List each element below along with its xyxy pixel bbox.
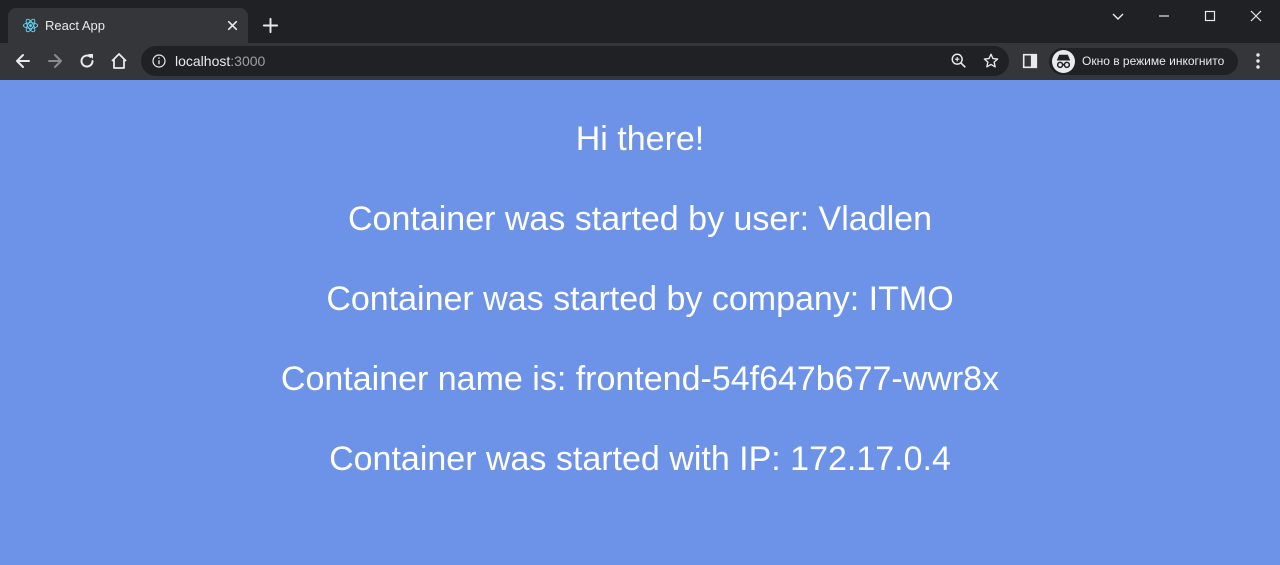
- close-tab-icon[interactable]: [223, 16, 242, 35]
- page-viewport: Hi there! Container was started by user:…: [0, 80, 1280, 565]
- user-line: Container was started by user: Vladlen: [348, 200, 932, 238]
- incognito-indicator[interactable]: Окно в режиме инкогнито: [1049, 48, 1238, 75]
- title-bar: React App: [0, 0, 1280, 43]
- url-text[interactable]: localhost:3000: [175, 53, 265, 69]
- site-info-icon[interactable]: [151, 53, 167, 69]
- forward-arrow-icon[interactable]: [45, 51, 65, 71]
- side-panel-icon[interactable]: [1021, 52, 1039, 70]
- incognito-avatar: [1052, 50, 1075, 73]
- new-tab-icon[interactable]: [261, 16, 280, 35]
- company-line: Container was started by company: ITMO: [326, 280, 954, 318]
- container-name-line: Container name is: frontend-54f647b677-w…: [280, 360, 1000, 398]
- incognito-label: Окно в режиме инкогнито: [1082, 54, 1225, 68]
- address-bar[interactable]: localhost:3000: [141, 46, 1009, 76]
- home-icon[interactable]: [109, 51, 129, 71]
- react-logo-icon: [22, 18, 39, 33]
- incognito-icon: [1056, 54, 1071, 69]
- tab-react-app[interactable]: React App: [8, 8, 248, 43]
- browser-toolbar: localhost:3000 Окно в режиме инкогнито: [0, 43, 1280, 80]
- tab-search-icon[interactable]: [1108, 6, 1128, 26]
- back-arrow-icon[interactable]: [13, 51, 33, 71]
- url-port: :3000: [230, 53, 266, 69]
- ip-line: Container was started with IP: 172.17.0.…: [329, 440, 951, 478]
- close-window-icon[interactable]: [1246, 6, 1266, 26]
- maximize-icon[interactable]: [1200, 6, 1220, 26]
- url-host: localhost: [175, 53, 231, 69]
- greeting-text: Hi there!: [575, 120, 705, 158]
- bookmark-star-icon[interactable]: [982, 52, 1000, 70]
- minimize-icon[interactable]: [1154, 6, 1174, 26]
- kebab-menu-icon[interactable]: [1250, 52, 1266, 70]
- tab-title: React App: [45, 18, 105, 33]
- reload-icon[interactable]: [77, 51, 97, 71]
- zoom-icon[interactable]: [950, 52, 968, 70]
